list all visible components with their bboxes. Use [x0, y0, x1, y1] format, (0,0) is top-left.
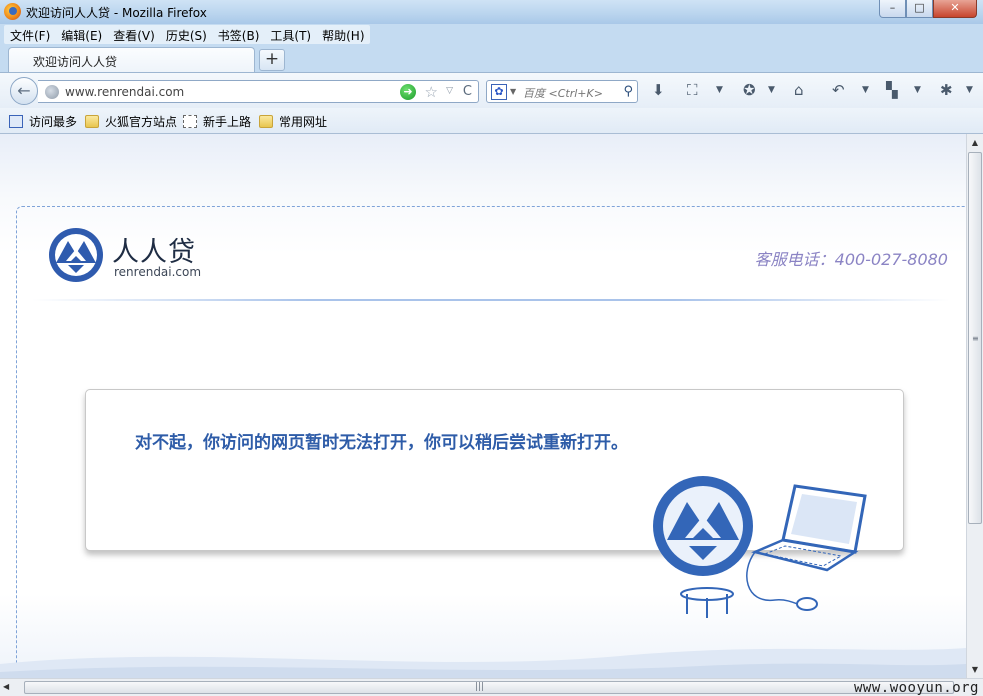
- apps-dropdown-icon[interactable]: ▼: [914, 85, 921, 95]
- screenshot-dropdown-icon[interactable]: ▼: [716, 85, 723, 95]
- bottom-wave-decoration: [0, 648, 966, 678]
- screenshot-icon[interactable]: ⛶: [687, 81, 698, 99]
- url-text[interactable]: www.renrendai.com: [65, 85, 184, 99]
- tab-label: 欢迎访问人人贷: [33, 55, 118, 69]
- bookmark-star-icon[interactable]: ☆: [425, 83, 438, 101]
- search-bar[interactable]: ✿ ▼ 百度 <Ctrl+K> ⚲: [486, 80, 638, 103]
- page-icon: [183, 115, 197, 128]
- bookmark-most-visited[interactable]: 访问最多: [9, 113, 77, 130]
- search-input[interactable]: 百度 <Ctrl+K>: [523, 85, 603, 101]
- window-title: 欢迎访问人人贷 - Mozilla Firefox: [26, 6, 207, 20]
- tab-active[interactable]: 欢迎访问人人贷: [8, 47, 255, 73]
- page-content: 人人贷 renrendai.com 客服电话：400-027-8080 对不起，…: [0, 134, 966, 678]
- reload-icon[interactable]: C: [463, 84, 472, 99]
- engine-dropdown-icon[interactable]: ▼: [510, 87, 516, 96]
- menu-help[interactable]: 帮助(H): [316, 25, 369, 44]
- scroll-left-button[interactable]: ◀: [3, 682, 9, 691]
- grip-icon: ≡: [972, 334, 979, 343]
- url-bar[interactable]: www.renrendai.com ➜ ☆ ▽ C: [38, 80, 479, 103]
- menu-bar: 文件(F) 编辑(E) 查看(V) 历史(S) 书签(B) 工具(T) 帮助(H…: [0, 24, 983, 45]
- folder-icon: [85, 115, 99, 128]
- apps-icon[interactable]: ▚: [886, 81, 898, 99]
- site-identity-icon[interactable]: [45, 85, 59, 99]
- watermark: www.wooyun.org: [853, 680, 979, 696]
- menu-history[interactable]: 历史(S): [160, 25, 212, 44]
- vertical-scrollbar[interactable]: ▲ ≡ ▼: [966, 134, 983, 678]
- navigation-toolbar: ← www.renrendai.com ➜ ☆ ▽ C ✿ ▼ 百度 <Ctrl…: [0, 72, 983, 108]
- error-message: 对不起，你访问的网页暂时无法打开，你可以稍后尝试重新打开。: [135, 433, 628, 453]
- horizontal-scrollbar[interactable]: ◀ |||: [0, 678, 983, 696]
- firefox-logo-icon: [4, 3, 21, 20]
- minimize-button[interactable]: –: [879, 0, 906, 18]
- bookmark-label: 常用网址: [279, 115, 328, 129]
- download-icon[interactable]: ⬇: [652, 81, 665, 99]
- scroll-down-button[interactable]: ▼: [967, 661, 983, 678]
- home-icon[interactable]: ⌂: [794, 81, 804, 99]
- menu-tools[interactable]: 工具(T): [264, 25, 316, 44]
- close-button[interactable]: ✕: [933, 0, 977, 18]
- service-hotline: 客服电话：400-027-8080: [754, 250, 948, 269]
- search-icon[interactable]: ⚲: [623, 84, 633, 99]
- addon-icon[interactable]: ✪: [743, 81, 756, 99]
- go-icon[interactable]: ➜: [400, 84, 416, 100]
- history-dropdown-icon[interactable]: ▽: [446, 86, 453, 96]
- menu-bookmarks[interactable]: 书签(B): [212, 25, 265, 44]
- new-tab-button[interactable]: +: [259, 49, 285, 71]
- window-controls: – □ ✕: [879, 0, 977, 18]
- bookmark-label: 访问最多: [29, 115, 78, 129]
- baidu-engine-icon[interactable]: ✿: [491, 84, 507, 100]
- horizontal-scroll-thumb[interactable]: |||: [24, 681, 954, 694]
- vertical-scroll-thumb[interactable]: ≡: [968, 152, 982, 524]
- folder-icon: [259, 115, 273, 128]
- window-titlebar: 欢迎访问人人贷 - Mozilla Firefox – □ ✕: [0, 0, 983, 24]
- menu-file[interactable]: 文件(F): [4, 25, 55, 44]
- undo-dropdown-icon[interactable]: ▼: [862, 85, 869, 95]
- menu-items: 文件(F) 编辑(E) 查看(V) 历史(S) 书签(B) 工具(T) 帮助(H…: [4, 25, 370, 44]
- menu-view[interactable]: 查看(V): [107, 25, 160, 44]
- back-button[interactable]: ←: [10, 77, 38, 105]
- bookmark-label: 新手上路: [203, 115, 252, 129]
- undo-icon[interactable]: ↶: [832, 81, 845, 99]
- bookmarks-toolbar: 访问最多 火狐官方站点 新手上路 常用网址: [0, 108, 983, 134]
- grip-icon: |||: [475, 682, 485, 692]
- bookmark-getting-started[interactable]: 新手上路: [183, 113, 251, 130]
- firebug-dropdown-icon[interactable]: ▼: [966, 85, 973, 95]
- bookmark-label: 火狐官方站点: [105, 115, 178, 129]
- scroll-up-button[interactable]: ▲: [967, 134, 983, 151]
- firebug-icon[interactable]: ✱: [940, 81, 953, 99]
- menu-edit[interactable]: 编辑(E): [55, 25, 107, 44]
- brand-domain: renrendai.com: [114, 265, 202, 279]
- logo-laptop-illustration: [653, 476, 867, 618]
- header-divider: [32, 299, 950, 301]
- tab-strip: 欢迎访问人人贷 +: [0, 45, 983, 73]
- maximize-button[interactable]: □: [906, 0, 933, 18]
- most-visited-icon: [9, 115, 23, 128]
- brand-name: 人人贷: [112, 237, 196, 268]
- addon-dropdown-icon[interactable]: ▼: [768, 85, 775, 95]
- bookmark-common-sites[interactable]: 常用网址: [259, 113, 327, 130]
- bookmark-firefox-sites[interactable]: 火狐官方站点: [85, 113, 177, 130]
- renrendai-logo-icon: [49, 228, 103, 282]
